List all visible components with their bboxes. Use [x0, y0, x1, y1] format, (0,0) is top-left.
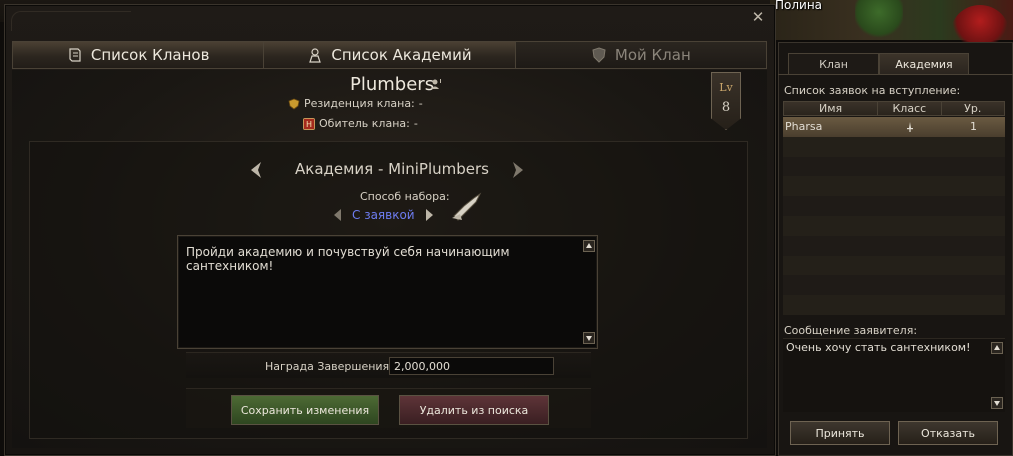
next-academy-arrow-icon[interactable]	[510, 160, 526, 180]
tab-clan-list-label: Список Кланов	[90, 46, 210, 64]
reward-input[interactable]: 2,000,000	[389, 357, 554, 375]
clan-residence-line: Резиденция клана: -	[288, 97, 423, 110]
column-level[interactable]: Ур.	[942, 102, 1004, 115]
clan-leader-icon	[431, 79, 441, 89]
dagger-icon	[907, 121, 913, 132]
next-method-arrow-icon[interactable]	[425, 208, 434, 222]
table-row-empty	[783, 215, 1005, 236]
table-row[interactable]: Pharsa 1	[783, 117, 1005, 137]
reject-button[interactable]: Отказать	[898, 421, 998, 445]
level-value: 8	[721, 100, 731, 115]
row-level: 1	[970, 120, 977, 134]
close-icon[interactable]: ✕	[749, 8, 767, 26]
table-row-empty	[783, 255, 1005, 276]
requests-title: Список заявок на вступление:	[784, 84, 961, 97]
abode-label: Обитель клана:	[319, 117, 410, 130]
tab-bar: Список Кланов Список Академий Мой Клан	[12, 41, 767, 69]
level-label: Lv	[719, 81, 733, 94]
table-row-empty	[783, 136, 1005, 157]
shield-icon	[592, 47, 606, 63]
prev-academy-arrow-icon[interactable]	[248, 160, 264, 180]
column-name[interactable]: Имя	[784, 102, 879, 115]
window-ornament	[11, 11, 131, 31]
side-tab-bar: Клан Академия	[788, 53, 970, 75]
scroll-icon	[69, 48, 81, 62]
academy-icon	[309, 48, 322, 63]
column-class[interactable]: Класс	[878, 102, 942, 115]
abode-value: -	[413, 117, 418, 130]
scroll-down-icon[interactable]	[583, 332, 595, 344]
residence-value: -	[418, 97, 423, 110]
clan-abode-line: H Обитель клана: -	[303, 117, 418, 130]
academy-title: Академия - MiniPlumbers	[295, 160, 489, 178]
residence-icon	[288, 98, 300, 109]
tree-decoration	[855, 0, 903, 40]
requests-table-body: Pharsa 1	[783, 117, 1005, 315]
side-tab-academy[interactable]: Академия	[879, 53, 969, 75]
save-changes-button[interactable]: Сохранить изменения	[231, 395, 379, 425]
tab-my-clan-label: Мой Клан	[614, 46, 691, 64]
table-row-empty	[783, 156, 1005, 177]
svg-text:H: H	[306, 120, 312, 129]
tab-academy-list-label: Список Академий	[331, 46, 472, 64]
abode-icon: H	[303, 117, 315, 130]
tab-clan-list[interactable]: Список Кланов	[12, 41, 265, 69]
quill-scroll-icon[interactable]	[450, 192, 484, 222]
applicant-scroll-up-icon[interactable]	[991, 342, 1003, 354]
table-row-empty	[783, 235, 1005, 256]
prev-method-arrow-icon[interactable]	[333, 208, 342, 222]
row-name: Pharsa	[785, 120, 823, 134]
clan-name: Plumbers	[350, 74, 435, 95]
side-tab-clan[interactable]: Клан	[788, 53, 879, 75]
side-tab-divider	[778, 74, 1013, 75]
player-name: Полина	[775, 0, 823, 12]
requests-table-header: Имя Класс Ур.	[783, 101, 1005, 116]
clan-level-badge: Lv 8	[711, 72, 741, 130]
table-row-empty	[783, 275, 1005, 296]
recruit-method-label: Способ набора:	[360, 190, 450, 203]
remove-from-search-button[interactable]: Удалить из поиска	[399, 395, 549, 425]
scroll-up-icon[interactable]	[583, 240, 595, 252]
table-row-empty	[783, 176, 1005, 197]
tab-academy-list[interactable]: Список Академий	[264, 41, 516, 69]
applicant-scroll-down-icon[interactable]	[991, 397, 1003, 409]
reward-label: Награда Завершения:	[265, 360, 393, 373]
recruit-method-value: С заявкой	[352, 208, 415, 222]
row-class	[878, 121, 942, 132]
academy-message-text: Пройди академию и почувствуй себя начина…	[186, 245, 510, 273]
table-row-empty	[783, 196, 1005, 216]
applicant-message-title: Сообщение заявителя:	[784, 324, 918, 337]
table-row-empty	[783, 295, 1005, 315]
tab-my-clan[interactable]: Мой Клан	[515, 41, 767, 69]
applicant-message-text: Очень хочу стать сантехником!	[786, 341, 971, 354]
residence-label: Резиденция клана:	[304, 97, 415, 110]
accept-button[interactable]: Принять	[790, 421, 890, 445]
